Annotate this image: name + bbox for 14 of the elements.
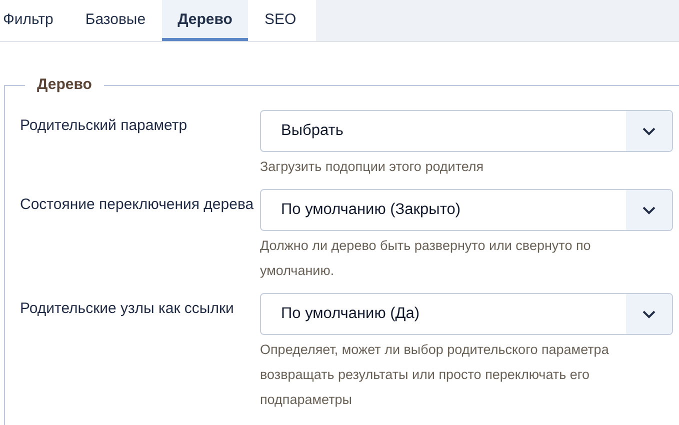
- field-label: Родительский параметр: [20, 116, 188, 136]
- chevron-down-icon: [642, 206, 656, 214]
- chevron-down-icon: [642, 126, 656, 136]
- select-field[interactable]: Выбрать: [260, 110, 673, 152]
- select-field[interactable]: По умолчанию (Да): [260, 293, 673, 335]
- field-hint: Определяет, может ли выбор родительского параметра возвращать результаты или просто переключать его подпараметры: [260, 341, 610, 409]
- field-hint: Загрузить подопции этого родителя: [260, 158, 485, 176]
- select-field[interactable]: По умолчанию (Закрыто): [260, 189, 673, 231]
- chevron-down-icon: [642, 310, 656, 318]
- fieldset-legend: Дерево: [25, 76, 104, 93]
- field-label: Родительские узлы как ссылки: [20, 299, 235, 319]
- field-label: Состояние переключения дерева: [20, 195, 255, 215]
- field-hint: Должно ли дерево быть развернуто или свернуто по умолчанию.: [260, 237, 592, 280]
- tab[interactable]: Дерево: [162, 0, 248, 41]
